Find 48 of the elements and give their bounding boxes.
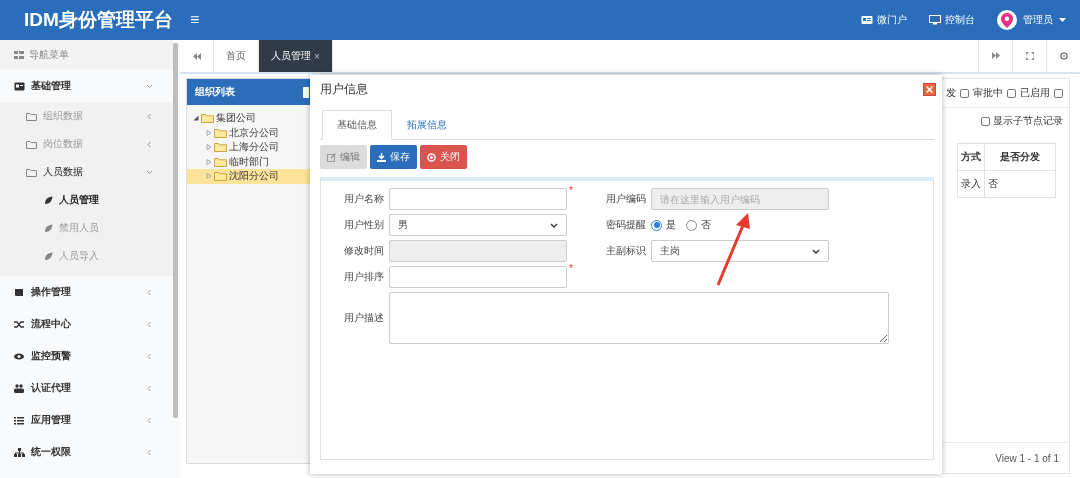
radio-label: 是 bbox=[666, 218, 676, 232]
table-cell: 否 bbox=[984, 170, 1056, 198]
submenu-item[interactable]: 人员数据 bbox=[0, 158, 173, 186]
tree-node[interactable]: 集团公司 bbox=[187, 111, 323, 126]
select-field[interactable]: 男 bbox=[389, 214, 567, 236]
table-cell: 录入 bbox=[957, 170, 985, 198]
menu-item[interactable]: 操作管理 bbox=[0, 276, 173, 308]
menu-item[interactable]: 流程中心 bbox=[0, 308, 173, 340]
menu-heading: 导航菜单 bbox=[0, 40, 173, 70]
app-title: IDM身份管理平台 bbox=[23, 8, 174, 32]
field-label: 用户排序 bbox=[343, 270, 385, 284]
menu-item[interactable]: 基础管理 bbox=[0, 70, 173, 102]
save-button[interactable]: 保存 bbox=[370, 145, 417, 169]
radio-label: 否 bbox=[701, 218, 711, 232]
menu-icon[interactable]: ≡ bbox=[190, 11, 200, 29]
dialog-tab[interactable]: 基础信息 bbox=[322, 110, 392, 140]
select-field[interactable]: 主岗 bbox=[651, 240, 829, 262]
required-mark: * bbox=[569, 185, 573, 196]
tree-node[interactable]: 北京分公司 bbox=[187, 125, 323, 140]
user-menu[interactable]: 管理员 bbox=[997, 10, 1066, 30]
tree-node[interactable]: 上海分公司 bbox=[187, 140, 323, 155]
field-label: 修改时间 bbox=[343, 244, 385, 258]
filter-label: 已启用 bbox=[1020, 86, 1050, 100]
menu-item[interactable]: 监控预警 bbox=[0, 340, 173, 372]
pager-info: View 1 - 1 of 1 bbox=[995, 452, 1059, 464]
field-label: 主副标识 bbox=[605, 244, 647, 258]
dialog-tab[interactable]: 拓展信息 bbox=[392, 110, 462, 140]
filter-label: 审批中 bbox=[973, 86, 1003, 100]
menu-link[interactable]: 人员管理 bbox=[0, 186, 173, 214]
header-link[interactable]: 微门户 bbox=[861, 13, 907, 27]
menu-item[interactable]: 应用管理 bbox=[0, 404, 173, 436]
page-tab[interactable]: 人员管理 × bbox=[259, 40, 333, 72]
menu-item[interactable]: 统一权限 bbox=[0, 436, 173, 468]
field-label: 用户描述 bbox=[343, 311, 385, 325]
close-button[interactable]: 关闭 bbox=[420, 145, 467, 169]
column-header: 方式 bbox=[957, 143, 985, 171]
header-link[interactable]: 控制台 bbox=[929, 13, 975, 27]
field-label: 用户性别 bbox=[343, 218, 385, 232]
close-icon[interactable]: × bbox=[314, 50, 320, 62]
checkbox-label: 显示子节点记录 bbox=[993, 114, 1063, 128]
column-header: 是否分发 bbox=[984, 143, 1056, 171]
filter-label: 发 bbox=[946, 86, 956, 100]
required-mark: * bbox=[569, 263, 573, 274]
field-label: 密码提醒 bbox=[605, 218, 647, 232]
tree-node[interactable]: 临时部门 bbox=[187, 154, 323, 169]
field-label: 用户名称 bbox=[343, 192, 385, 206]
field-label: 用户编码 bbox=[605, 192, 647, 206]
menu-item[interactable]: 认证代理 bbox=[0, 372, 173, 404]
